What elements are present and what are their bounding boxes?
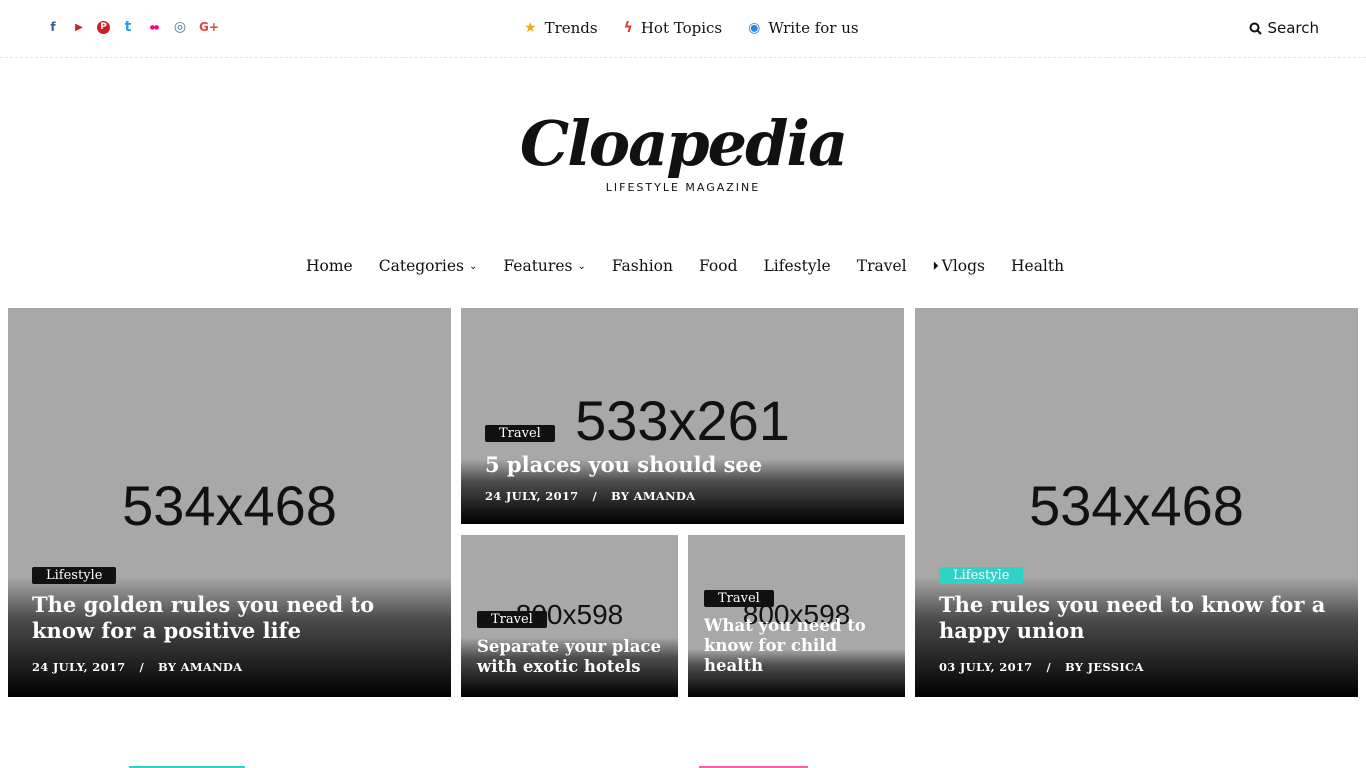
- nav-home[interactable]: Home: [306, 257, 353, 275]
- bolt-icon: ϟ: [623, 20, 633, 36]
- nav-travel-label: Travel: [856, 257, 907, 275]
- nav-features[interactable]: Features ⌄: [503, 257, 585, 275]
- post-date: 24 JULY, 2017: [485, 489, 579, 503]
- logo-brand: Cloapedia: [519, 107, 848, 180]
- post-author[interactable]: BY AMANDA: [158, 660, 242, 674]
- star-icon: ★: [524, 20, 537, 36]
- featured-post-card[interactable]: 533x261 Travel 5 places you should see 2…: [461, 308, 904, 524]
- post-meta: 03 JULY, 2017 / BY JESSICA: [939, 660, 1144, 674]
- featured-post-card[interactable]: 800x598 Travel What you need to know for…: [688, 535, 905, 697]
- search-icon: [1249, 22, 1263, 35]
- hot-topics-label: Hot Topics: [640, 19, 723, 37]
- twitter-icon[interactable]: t: [120, 19, 136, 35]
- play-circle-icon: ⏵: [932, 258, 939, 273]
- category-badge[interactable]: Travel: [477, 611, 547, 628]
- nav-home-label: Home: [306, 257, 353, 275]
- post-title[interactable]: 5 places you should see: [485, 452, 885, 478]
- hot-topics-link[interactable]: ϟ Hot Topics: [624, 19, 723, 37]
- category-badge[interactable]: Travel: [704, 590, 774, 607]
- pinterest-icon[interactable]: P: [97, 20, 110, 34]
- write-for-us-label: Write for us: [768, 19, 859, 37]
- post-title[interactable]: The golden rules you need to know for a …: [32, 592, 432, 645]
- google-plus-icon[interactable]: G+: [198, 19, 220, 35]
- trends-label: Trends: [544, 19, 598, 37]
- post-meta: 24 JULY, 2017 / BY AMANDA: [32, 660, 242, 674]
- user-circle-icon: ◉: [748, 20, 761, 36]
- featured-post-card[interactable]: 534x468 Lifestyle The golden rules you n…: [8, 308, 451, 697]
- image-placeholder: 534x468: [122, 474, 337, 537]
- image-placeholder: 534x468: [1029, 474, 1244, 537]
- meta-separator: /: [1046, 660, 1051, 674]
- facebook-icon[interactable]: f: [45, 19, 61, 35]
- nav-health-label: Health: [1011, 257, 1065, 275]
- top-bar: f ▶ P t ●● ◎ G+ ★ Trends ϟ Hot Topics ◉ …: [0, 0, 1366, 58]
- post-meta: 24 JULY, 2017 / BY AMANDA: [485, 489, 695, 503]
- featured-post-card[interactable]: 800x598 Travel Separate your place with …: [461, 535, 678, 697]
- nav-vlogs-label: Vlogs: [941, 257, 985, 275]
- post-title[interactable]: Separate your place with exotic hotels: [477, 637, 672, 677]
- site-logo[interactable]: Cloapedia LIFESTYLE MAGAZINE: [0, 104, 1366, 194]
- main-nav: Home Categories ⌄ Features ⌄ Fashion Food …: [306, 257, 1064, 275]
- post-title[interactable]: What you need to know for child health: [704, 616, 899, 675]
- nav-categories-label: Categories: [378, 257, 464, 275]
- search-button[interactable]: Search: [1249, 19, 1319, 37]
- nav-food[interactable]: Food: [699, 257, 738, 275]
- write-for-us-link[interactable]: ◉ Write for us: [748, 19, 858, 37]
- image-placeholder: 533x261: [575, 389, 790, 452]
- chevron-down-icon: ⌄: [468, 260, 478, 272]
- nav-categories[interactable]: Categories ⌄: [379, 257, 478, 275]
- nav-fashion[interactable]: Fashion: [612, 257, 673, 275]
- chevron-down-icon: ⌄: [577, 260, 586, 272]
- category-badge[interactable]: Travel: [485, 425, 555, 442]
- featured-post-card[interactable]: 534x468 Lifestyle The rules you need to …: [915, 308, 1358, 697]
- nav-lifestyle-label: Lifestyle: [763, 257, 831, 275]
- instagram-icon[interactable]: ◎: [172, 19, 188, 35]
- nav-food-label: Food: [699, 257, 738, 275]
- post-author[interactable]: BY AMANDA: [611, 489, 695, 503]
- category-badge[interactable]: Lifestyle: [939, 567, 1024, 584]
- search-label: Search: [1267, 19, 1319, 37]
- flickr-icon[interactable]: ●●: [146, 19, 162, 35]
- nav-lifestyle[interactable]: Lifestyle: [764, 257, 831, 275]
- nav-travel[interactable]: Travel: [857, 257, 907, 275]
- category-badge[interactable]: Lifestyle: [32, 567, 117, 584]
- nav-fashion-label: Fashion: [611, 257, 673, 275]
- meta-separator: /: [592, 489, 597, 503]
- social-links: f ▶ P t ●● ◎ G+: [45, 19, 220, 35]
- meta-separator: /: [139, 660, 144, 674]
- nav-vlogs[interactable]: ⏵ Vlogs: [933, 257, 985, 275]
- logo-tagline: LIFESTYLE MAGAZINE: [605, 181, 761, 194]
- post-author[interactable]: BY JESSICA: [1065, 660, 1144, 674]
- trends-link[interactable]: ★ Trends: [524, 19, 598, 37]
- top-links: ★ Trends ϟ Hot Topics ◉ Write for us: [524, 19, 859, 37]
- nav-health[interactable]: Health: [1011, 257, 1064, 275]
- post-date: 24 JULY, 2017: [32, 660, 126, 674]
- post-date: 03 JULY, 2017: [939, 660, 1033, 674]
- post-title[interactable]: The rules you need to know for a happy u…: [939, 592, 1339, 645]
- nav-features-label: Features: [503, 257, 573, 275]
- youtube-icon[interactable]: ▶: [71, 19, 87, 35]
